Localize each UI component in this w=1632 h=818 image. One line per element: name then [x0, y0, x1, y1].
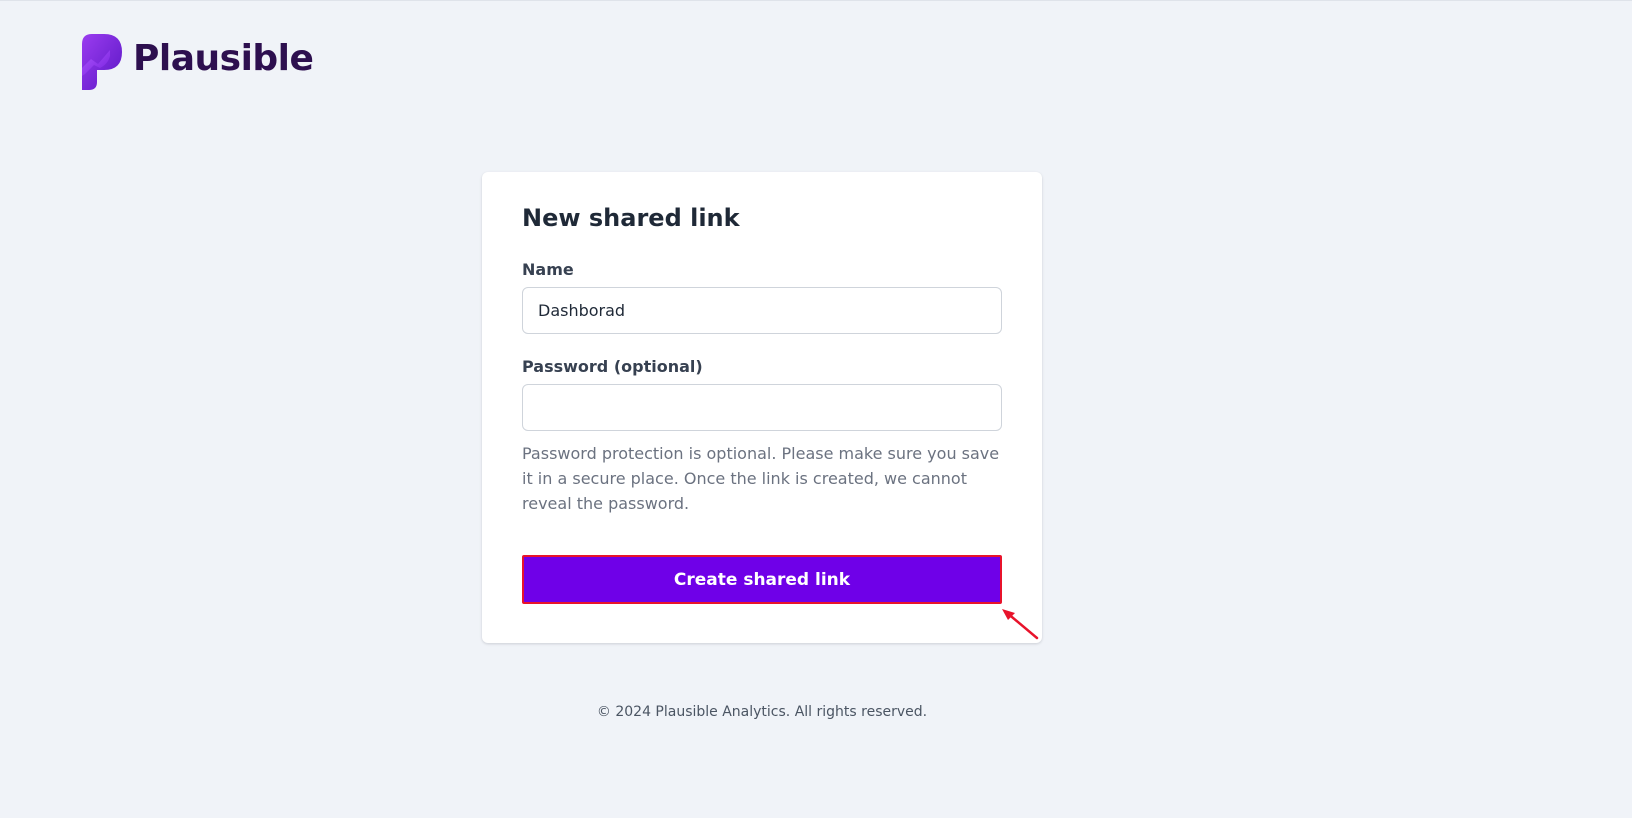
name-input[interactable] — [522, 287, 1002, 334]
new-shared-link-card: New shared link Name Password (optional)… — [482, 172, 1042, 643]
create-shared-link-button[interactable]: Create shared link — [522, 555, 1002, 604]
red-arrow-icon — [1002, 609, 1039, 640]
brand-name: Plausible — [133, 38, 314, 79]
plausible-logo[interactable]: Plausible — [82, 34, 314, 90]
password-help-text: Password protection is optional. Please … — [522, 444, 1000, 513]
password-input[interactable] — [522, 384, 1002, 431]
form-title: New shared link — [522, 204, 740, 232]
password-label: Password (optional) — [522, 357, 703, 376]
name-label: Name — [522, 260, 574, 279]
footer-copyright: © 2024 Plausible Analytics. All rights r… — [596, 704, 928, 720]
plausible-logo-icon — [82, 34, 122, 90]
